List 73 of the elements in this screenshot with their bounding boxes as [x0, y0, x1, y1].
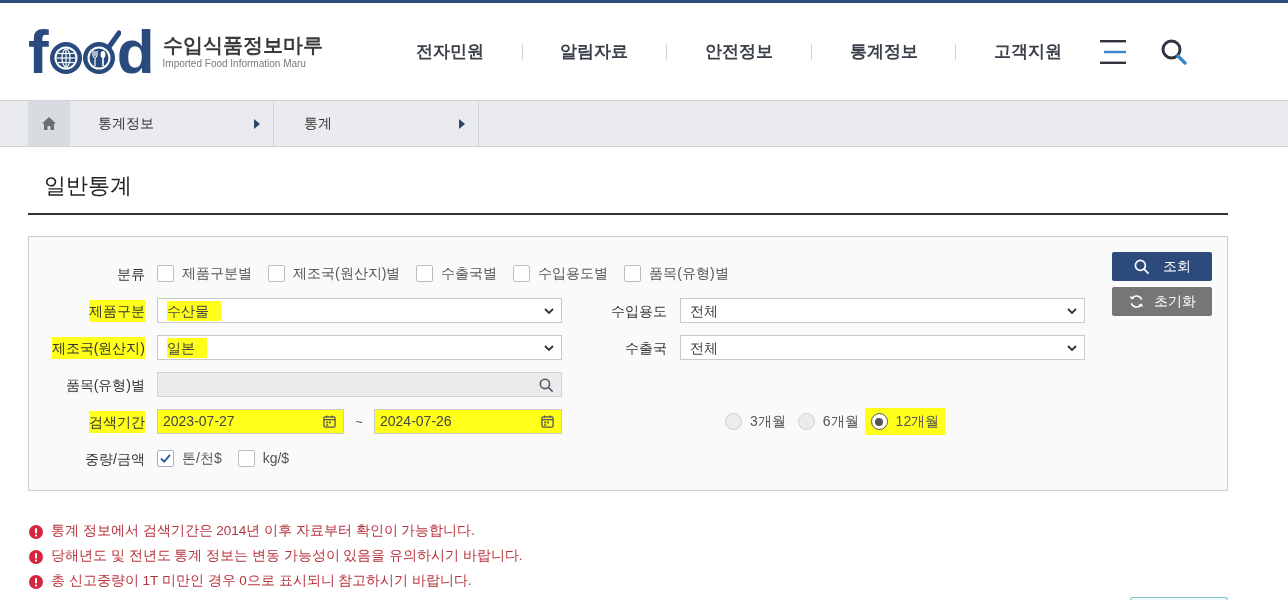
radio-label: 3개월 — [749, 412, 786, 431]
calendar-icon — [541, 415, 554, 428]
home-link[interactable] — [28, 101, 70, 146]
select-field[interactable]: 수산물 — [157, 298, 562, 323]
checkbox-label: 제조국(원산지)별 — [293, 264, 401, 283]
calendar-icon — [323, 415, 336, 428]
field-label: 수출국 — [625, 338, 667, 358]
search-input-field[interactable] — [157, 372, 562, 397]
cutoff-button[interactable] — [1130, 597, 1228, 600]
field-label: 제조국(원산지) — [51, 336, 145, 359]
nav-link[interactable]: 알림자료 — [522, 38, 667, 65]
checkbox-label: kg/$ — [262, 449, 290, 468]
checkbox[interactable] — [416, 265, 434, 282]
checkbox[interactable] — [157, 265, 174, 282]
notice-text: 당해년도 및 전년도 통계 정보는 변동 가능성이 있음을 유의하시기 바랍니다. — [51, 547, 523, 566]
caret-icon — [459, 118, 465, 129]
nav-link[interactable]: 안전정보 — [667, 38, 811, 65]
checkbox-label: 품목(유형)별 — [649, 264, 729, 283]
nav-link[interactable]: 고객지원 — [956, 38, 1100, 65]
checkbox-label: 수입용도별 — [538, 264, 609, 283]
fork-spoon-logo-icon — [82, 29, 121, 74]
check-icon — [160, 454, 171, 463]
checkbox-label: 톤/천$ — [182, 449, 222, 468]
logo-letter: d — [116, 27, 155, 76]
reset-button[interactable]: 초기화 — [1112, 287, 1212, 316]
select-field[interactable]: 전체 — [680, 298, 1085, 323]
breadcrumb-item[interactable]: 통계 — [274, 101, 479, 146]
checkbox[interactable] — [268, 265, 285, 282]
range-separator: ~ — [354, 412, 364, 431]
menu-icon[interactable] — [1099, 39, 1128, 64]
field-label: 검색기간 — [89, 410, 145, 433]
checkbox[interactable] — [157, 450, 174, 467]
radio-label: 6개월 — [821, 412, 859, 431]
field-label: 분류 — [117, 264, 145, 284]
chevron-down-icon — [544, 344, 554, 351]
search-icon[interactable] — [1160, 38, 1187, 65]
alert-icon — [29, 574, 43, 589]
notice-text: 통계 정보에서 검색기간은 2014년 이후 자료부터 확인이 가능합니다. — [51, 522, 476, 541]
date-field[interactable]: 2023-07-27 — [157, 409, 344, 434]
notice-text: 총 신고중량이 1T 미만인 경우 0으로 표시되니 참고하시기 바랍니다. — [51, 572, 472, 591]
chevron-down-icon — [1067, 344, 1077, 351]
search-icon — [1133, 259, 1149, 274]
checkbox[interactable] — [624, 265, 642, 282]
nav-link[interactable]: 전자민원 — [378, 38, 522, 65]
field-label: 품목(유형)별 — [65, 375, 145, 395]
logo-letter: f — [28, 27, 49, 76]
alert-icon — [29, 524, 43, 539]
select-field[interactable]: 전체 — [680, 335, 1085, 360]
caret-icon — [254, 118, 260, 129]
home-icon — [42, 117, 56, 130]
checkbox-label: 제품구분별 — [182, 264, 252, 283]
search-icon — [539, 377, 553, 392]
radio-button[interactable] — [864, 408, 888, 435]
select-field[interactable]: 일본 — [157, 335, 562, 360]
checkbox[interactable] — [513, 265, 531, 282]
chevron-down-icon — [544, 307, 554, 314]
field-label: 수입용도 — [611, 301, 667, 321]
alert-icon — [29, 549, 43, 564]
site-subtitle: Imported Food Information Maru — [162, 57, 307, 70]
search-button[interactable]: 조회 — [1112, 252, 1212, 281]
nav-link[interactable]: 통계정보 — [811, 38, 956, 65]
site-title: 수입식품정보마루 — [162, 33, 323, 57]
checkbox[interactable] — [237, 450, 255, 467]
checkbox-label: 수출국별 — [441, 264, 498, 283]
breadcrumb-item[interactable]: 통계정보 — [70, 101, 274, 146]
date-field[interactable]: 2024-07-26 — [374, 409, 562, 434]
field-label: 중량/금액 — [85, 449, 145, 469]
field-label: 제품구분 — [89, 299, 145, 322]
radio-label: 12개월 — [887, 408, 946, 435]
page-title: 일반통계 — [44, 172, 133, 200]
chevron-down-icon — [1067, 307, 1077, 314]
globe-logo-icon — [49, 41, 82, 74]
refresh-icon — [1128, 294, 1144, 309]
